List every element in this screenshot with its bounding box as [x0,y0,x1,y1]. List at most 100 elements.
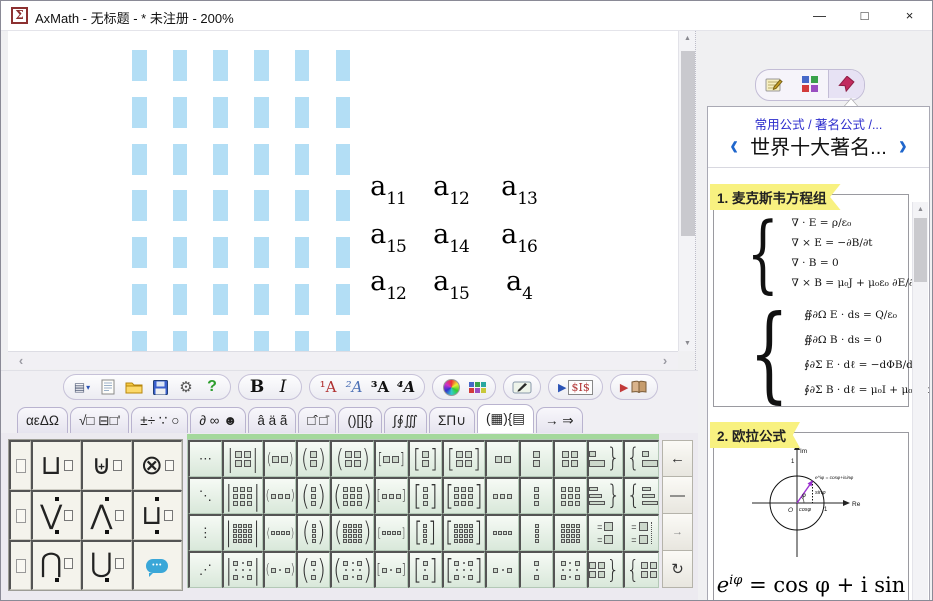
matrix-template-cell[interactable]: == [623,514,659,551]
scroll-down-icon[interactable]: ▼ [679,340,696,347]
scroll-right-icon[interactable]: › [656,353,674,368]
matrix-input-slot[interactable] [132,237,147,268]
matrix-template-cell[interactable]: () [296,551,330,588]
palette-slot-cell[interactable] [9,490,31,540]
tab-greek[interactable]: αεΔΩ [17,407,68,433]
matrix-entry[interactable]: a15 [357,219,419,254]
matrix-input-slot[interactable] [336,284,351,315]
matrix-template-cell[interactable] [519,514,553,551]
tab-operators[interactable]: ±÷ ∵ ○ [131,407,188,433]
matrix-input-slot[interactable] [213,237,228,268]
matrix-input-slot[interactable] [336,331,351,351]
formula-card-maxwell[interactable]: {∇ · E = ρ∕ε₀∇ × E = −∂B∕∂t∇ · B = 0∇ × … [713,194,909,407]
formula-library-tab[interactable] [828,70,864,98]
matrix-template-cell[interactable]: { [623,440,659,477]
scroll-left-button[interactable]: ← [662,440,693,477]
matrix-template-cell[interactable] [553,477,587,514]
tab-radicals[interactable]: √□ ⊟□ʹ [70,407,129,433]
matrix-input-slot[interactable] [254,50,269,81]
close-button[interactable]: × [887,1,932,30]
color-wheel-button[interactable] [439,376,463,398]
palette-slot-cell[interactable] [9,540,31,590]
matrix-input-slot[interactable] [173,331,188,351]
operator-cell[interactable]: ⊔ [31,440,81,490]
matrix-entry[interactable]: a15 [420,266,482,301]
matrix-template-cell[interactable]: [] [442,440,486,477]
matrix-input-slot[interactable] [254,237,269,268]
minimize-button[interactable]: — [797,1,842,30]
matrix-input-slot[interactable] [173,50,188,81]
matrix-input-slot[interactable] [132,144,147,175]
matrix-template-cell[interactable]: [] [374,440,408,477]
matrix-input-slot[interactable] [254,284,269,315]
matrix-template-cell[interactable] [485,477,519,514]
matrix-entry[interactable]: a14 [420,219,482,254]
matrix-template-cell[interactable] [553,551,587,588]
matrix-template-cell[interactable]: () [263,551,297,588]
matrix-template-cell[interactable] [519,440,553,477]
matrix-template-cell[interactable] [553,440,587,477]
matrix-template-cell[interactable]: [] [442,477,486,514]
matrix-template-cell[interactable]: () [263,514,297,551]
operator-cell[interactable]: ⊔ [132,490,182,540]
matrix-input-slot[interactable] [213,331,228,351]
matrix-template-cell[interactable]: [] [374,477,408,514]
matrix-input-slot[interactable] [213,50,228,81]
next-collection-button[interactable]: › [897,131,909,160]
matrix-template-cell[interactable]: [] [408,514,442,551]
operator-cell[interactable]: ⋀ [81,490,131,540]
handwriting-panel-tab[interactable] [756,70,792,98]
collapse-panel-button[interactable]: — [662,477,693,514]
symbol-panel-tab[interactable] [792,70,828,98]
scroll-up-icon[interactable]: ▲ [679,35,696,42]
text-style-4-button[interactable]: ⁴A [394,376,418,398]
tab-misc[interactable]: ∂ ∞ ☻ [190,407,246,433]
matrix-entry[interactable]: a12 [420,171,482,206]
matrix-template-cell[interactable]: [] [442,514,486,551]
matrix-template-cell[interactable]: || [222,551,263,588]
matrix-input-slot[interactable] [173,284,188,315]
matrix-input-slot[interactable] [213,144,228,175]
matrix-template-cell[interactable]: ⋱ [188,477,222,514]
matrix-template-cell[interactable]: [] [374,551,408,588]
matrix-entry[interactable]: a12 [357,266,419,301]
matrix-input-slot[interactable] [295,237,310,268]
operator-cell[interactable]: ⋁ [31,490,81,540]
matrix-input-slot[interactable] [336,237,351,268]
vertical-scroll-thumb[interactable] [681,51,695,236]
matrix-template-cell[interactable]: == [587,514,623,551]
canvas-horizontal-scrollbar[interactable]: ‹ › [8,351,678,369]
matrix-input-slot[interactable] [336,144,351,175]
operator-cell[interactable]: ⋃ [81,540,131,590]
matrix-template-cell[interactable]: () [330,514,374,551]
help-button[interactable]: ? [200,376,224,398]
matrix-template-cell[interactable]: [] [442,551,486,588]
matrix-input-slot[interactable] [173,144,188,175]
reset-panel-button[interactable]: ↻ [662,551,693,588]
matrix-input-slot[interactable] [295,144,310,175]
matrix-input-slot[interactable] [254,144,269,175]
matrix-entry[interactable]: a11 [357,171,419,206]
matrix-template-cell[interactable]: } [587,551,623,588]
matrix-input-slot[interactable] [336,97,351,128]
matrix-template-cell[interactable]: } [587,477,623,514]
tab-matrices[interactable]: (▦){▤ [477,404,534,433]
bold-button[interactable]: B [245,376,269,398]
matrix-template-cell[interactable]: () [296,514,330,551]
matrix-input-slot[interactable] [213,190,228,221]
italic-button[interactable]: I [271,376,295,398]
operator-cell[interactable]: ⋂ [31,540,81,590]
formula-card-euler[interactable]: Im Re O 1 1 φ cosφ sinφ e^iφ = cosφ+isin… [713,432,909,601]
save-file-button[interactable] [148,376,172,398]
handwriting-input-button[interactable] [510,376,534,398]
palette-slot-cell[interactable] [9,440,31,490]
publish-export-button[interactable]: ▶ [617,376,651,398]
matrix-template-cell[interactable]: || [222,514,263,551]
matrix-template-cell[interactable]: [] [374,514,408,551]
matrix-template-cell[interactable]: () [330,440,374,477]
matrix-template-cell[interactable]: { [623,477,659,514]
matrix-template-cell[interactable]: } [587,440,623,477]
settings-button[interactable]: ⚙ [174,376,198,398]
matrix-input-slot[interactable] [132,97,147,128]
matrix-template-cell[interactable]: || [222,440,263,477]
